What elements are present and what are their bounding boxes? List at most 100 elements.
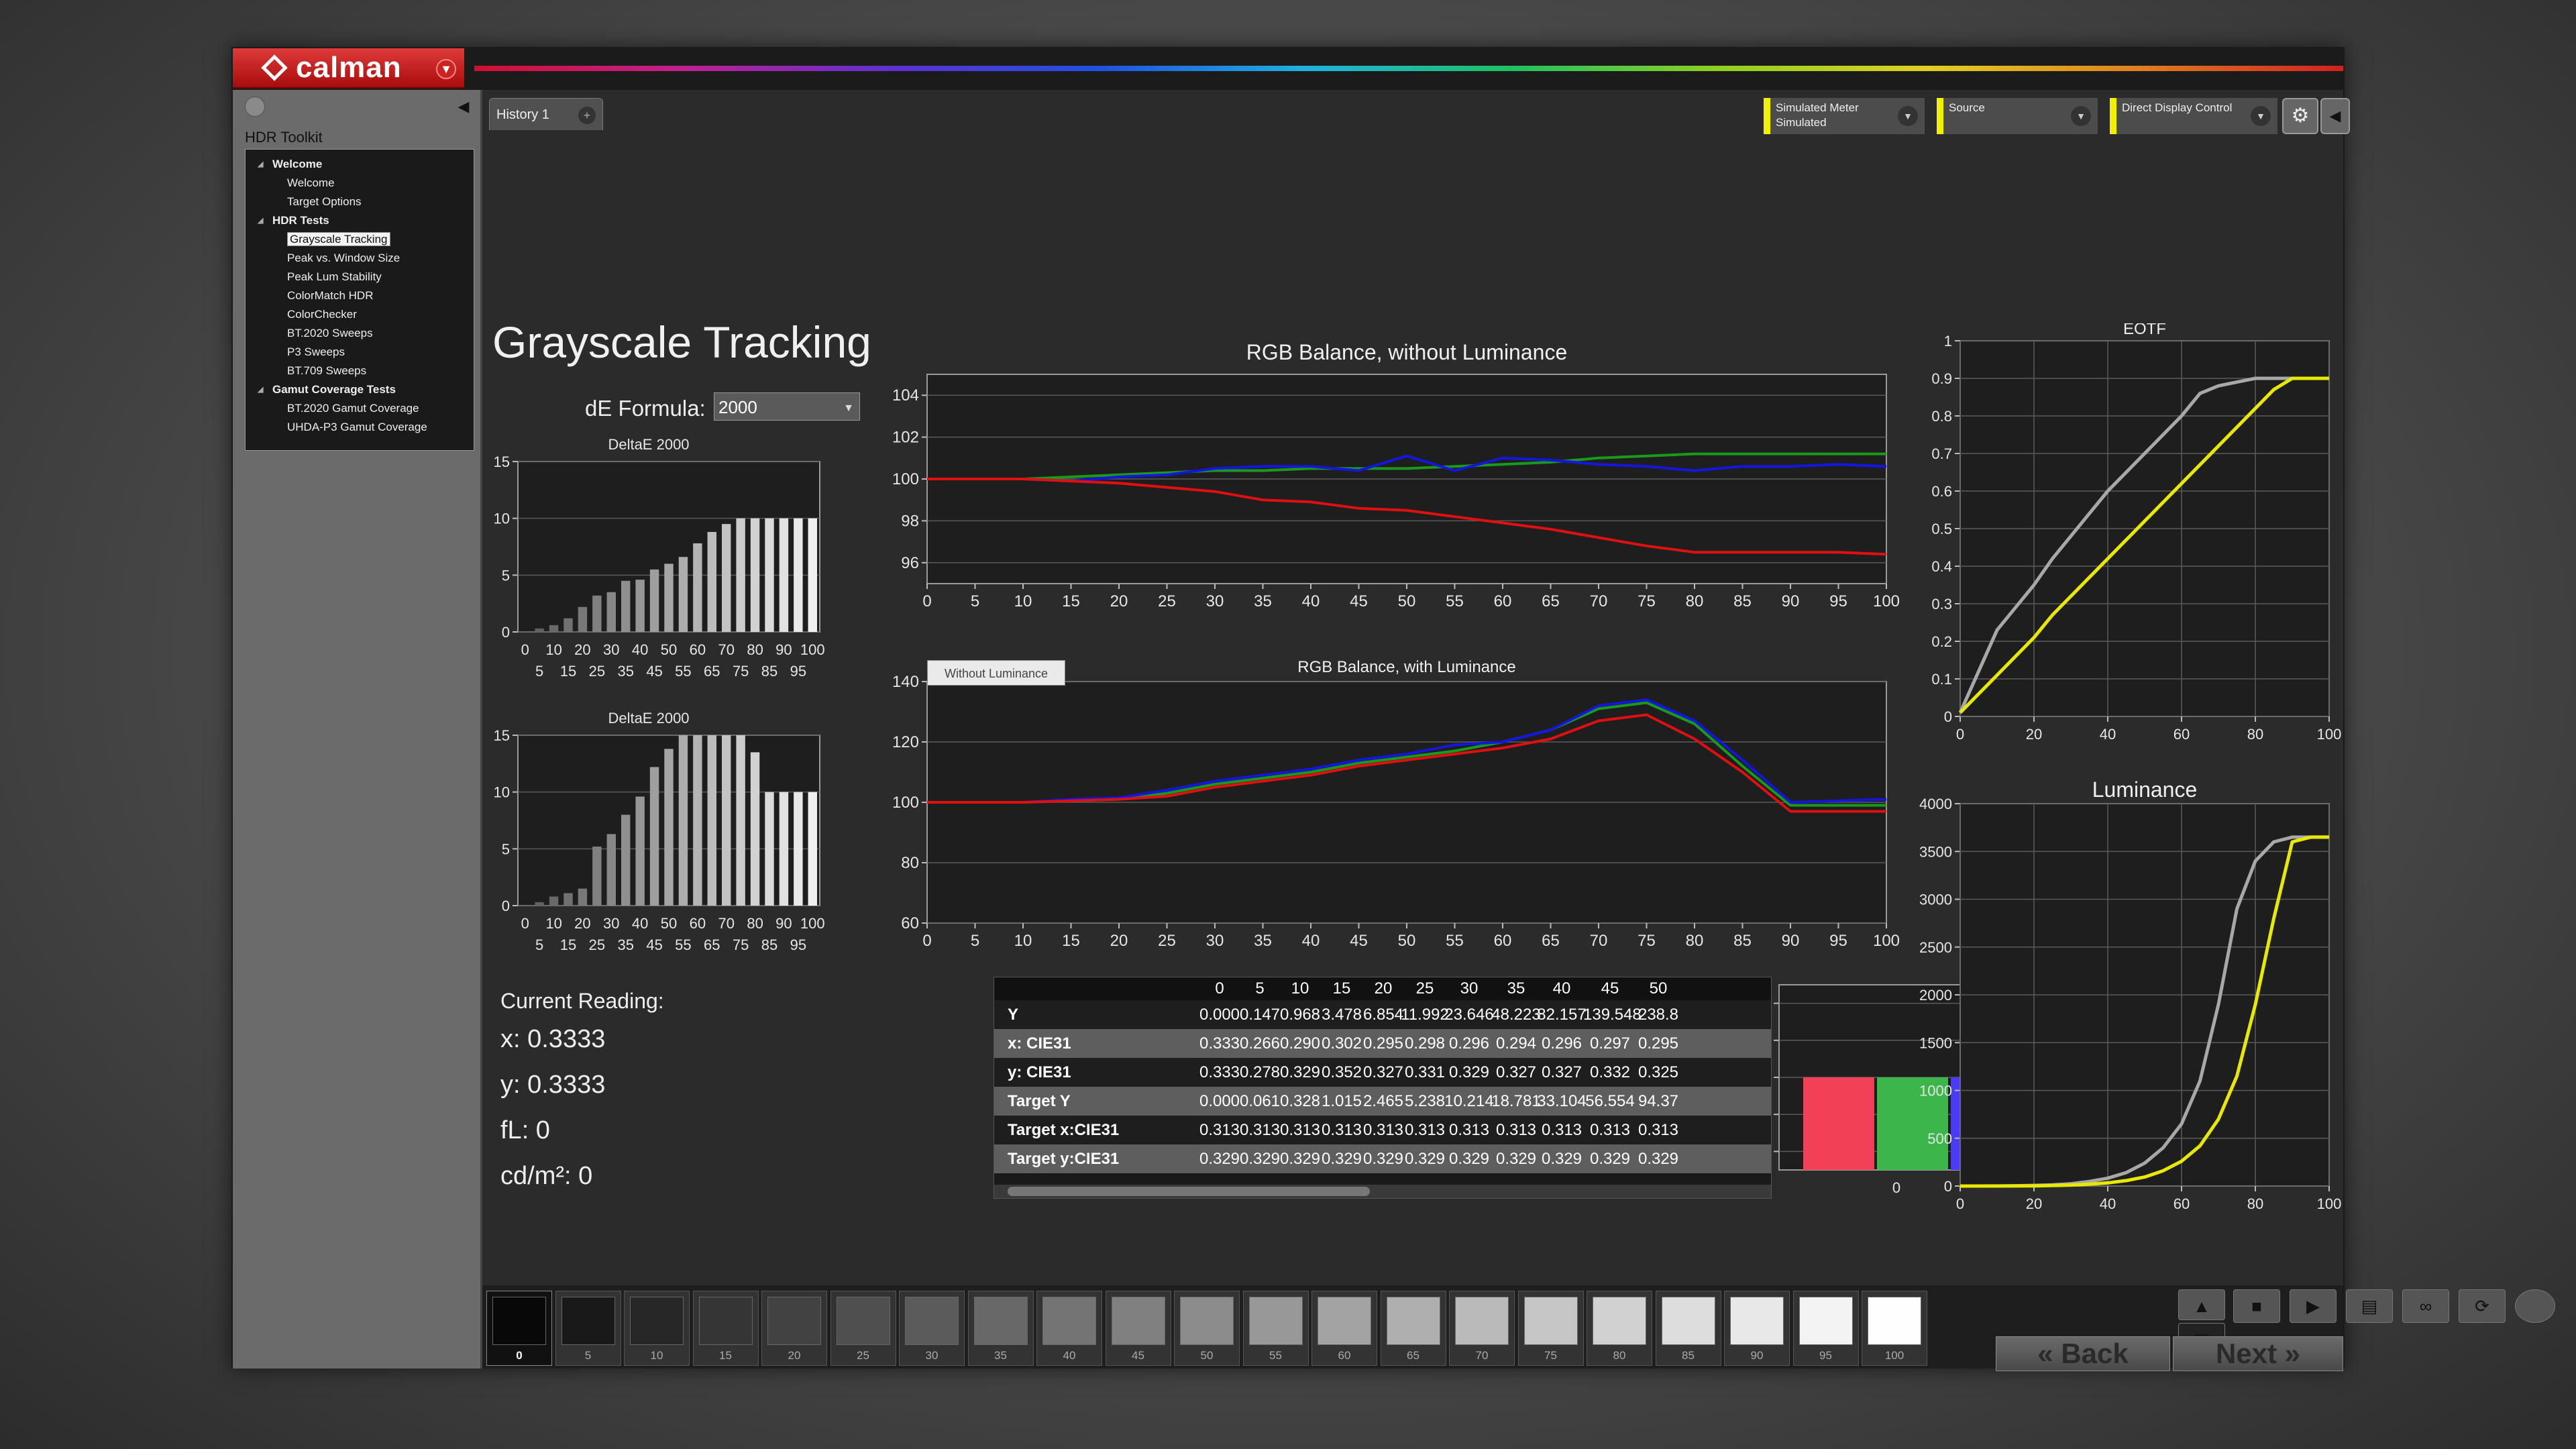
tree-item[interactable]: ColorChecker [246,305,474,324]
tree-item[interactable]: ColorMatch HDR [246,286,474,305]
gear-icon[interactable]: ⚙ [2282,98,2318,134]
patch-swatch[interactable]: 95 [1792,1291,1859,1366]
patch-swatch[interactable]: 60 [1311,1291,1377,1366]
main-panel: Grayscale Tracking dE Formula: 2000 ▼ De… [484,136,2343,1323]
loop-icon[interactable]: ∞ [2402,1289,2449,1323]
tree-item[interactable]: BT.2020 Gamut Coverage [246,399,474,418]
back-label: Back [2061,1338,2129,1369]
x-tick-label: 55 [1446,932,1464,950]
patch-swatch[interactable]: 25 [830,1291,896,1366]
tree-item[interactable]: BT.2020 Sweeps [246,324,474,343]
next-button[interactable]: Next » [2173,1336,2343,1371]
de-formula-select[interactable]: 2000 ▼ [714,392,860,421]
patch-swatch[interactable]: 30 [899,1291,965,1366]
meter-selector[interactable]: Simulated Meter Simulated ▼ [1764,98,1925,134]
x-tick-label: 35 [617,936,633,953]
bar [722,735,731,906]
measurement-table[interactable]: 0 5 10 15 20 25 30 35 40 45 50 Y 0.000 0.147 0.968 3.4… [994,977,1772,1199]
collapse-left-icon[interactable]: ◀ [2320,98,2350,134]
patch-swatch[interactable]: 35 [967,1291,1034,1366]
sidebar-menu-button[interactable] [245,97,265,117]
x-tick-label: 35 [617,663,633,680]
x-tick-label: 60 [690,915,706,932]
y-tick-label: 0.3 [1931,596,1952,612]
tree-item[interactable]: Peak vs. Window Size [246,249,474,268]
table-row[interactable]: y: CIE31 0.333 0.278 0.329 0.352 0.327 0.331 0.… [994,1058,1771,1087]
source-selector[interactable]: Source ▼ [1937,98,2098,134]
scrollbar-thumb[interactable] [1008,1187,1370,1196]
add-tab-button[interactable]: + [578,107,596,124]
patch-label: 15 [719,1349,732,1362]
patch-swatch[interactable]: 80 [1587,1291,1652,1366]
tree-item[interactable]: Grayscale Tracking [246,230,474,249]
y-tick-label: 1 [1944,333,1952,350]
back-button[interactable]: « Back [1996,1336,2170,1371]
display-control-selector[interactable]: Direct Display Control ▼ [2110,98,2277,134]
tree-group[interactable]: Gamut Coverage Tests [246,380,474,399]
table-cell: 0.296 [1541,1034,1582,1053]
patch-swatch[interactable]: 45 [1105,1291,1171,1366]
tree-item[interactable]: Target Options [246,193,474,211]
patch-swatch[interactable]: 85 [1655,1291,1721,1366]
tree-item[interactable]: UHDA-P3 Gamut Coverage [246,418,474,437]
table-scrollbar[interactable] [994,1185,1771,1198]
tree-item[interactable]: BT.709 Sweeps [246,362,474,380]
x-tick-label: 45 [646,663,662,680]
refresh-icon[interactable]: ⟳ [2459,1289,2506,1323]
x-tick-label: 40 [1302,592,1320,610]
deltae-chart-1: DeltaE 20000510150 10 20 30 40 50 60 70 80 90 1005… [494,436,825,680]
patch-swatch[interactable]: 5 [555,1291,621,1366]
patch-color [1180,1297,1234,1345]
rgb-balance-lum-chart: RGB Balance, with Luminance6080100120140… [892,658,1900,950]
table-row[interactable]: Target Y 0.000 0.061 0.328 1.015 2.465 5.238 10… [994,1087,1771,1116]
chevron-down-icon[interactable]: ▼ [436,59,456,79]
save-icon[interactable]: ▤ [2346,1289,2393,1323]
patch-color [973,1297,1028,1345]
play-icon[interactable]: ▶ [2290,1289,2337,1323]
patch-swatch[interactable]: 65 [1380,1291,1446,1366]
patch-swatch[interactable]: 40 [1036,1291,1102,1366]
y-tick-label: 98 [901,512,919,530]
x-tick-label: 5 [535,936,543,953]
patch-swatch[interactable]: 0 [486,1291,552,1366]
patch-swatch[interactable]: 75 [1517,1291,1584,1366]
x-tick-label: 0 [922,592,931,610]
patch-swatch[interactable]: 10 [624,1291,690,1366]
x-tick-label: 0 [922,932,931,950]
tree-group[interactable]: Welcome [246,155,474,174]
table-row[interactable]: Target y:CIE31 0.329 0.329 0.329 0.329 0.329 0… [994,1144,1771,1173]
chevron-down-icon[interactable]: ▼ [2251,106,2271,126]
bar [1803,1077,1874,1170]
bar [578,888,588,906]
patch-swatch[interactable]: 100 [1862,1291,1927,1366]
patch-swatch[interactable]: 90 [1724,1291,1790,1366]
record-icon[interactable] [2515,1289,2555,1323]
chevron-down-icon[interactable]: ▼ [1898,106,1918,126]
table-row[interactable]: Y 0.000 0.147 0.968 3.478 6.854 11.992 23.646 48… [994,1000,1771,1029]
patch-label: 20 [788,1349,801,1362]
tree-group[interactable]: HDR Tests [246,211,474,230]
row-label: y: CIE31 [1008,1063,1071,1081]
collapse-left-icon[interactable]: ◀ [453,97,474,117]
tab-history-1[interactable]: History 1 + [489,98,603,130]
x-tick-label: 0 [1892,1179,1900,1196]
stop-icon[interactable]: ■ [2233,1289,2280,1323]
chevron-down-icon[interactable]: ▼ [2071,106,2091,126]
table-row[interactable]: x: CIE31 0.333 0.266 0.290 0.302 0.295 0.298 0.… [994,1029,1771,1058]
bar [592,595,602,632]
calman-logo[interactable]: calman ▼ [233,48,464,89]
next-arrow-icon: » [2284,1338,2301,1369]
tree-item[interactable]: Peak Lum Stability [246,268,474,286]
x-tick-label: 85 [761,663,777,680]
patch-swatch[interactable]: 55 [1242,1291,1309,1366]
eject-icon[interactable]: ▲ [2178,1289,2225,1320]
patch-swatch[interactable]: 20 [761,1291,827,1366]
table-row[interactable]: Target x:CIE31 0.313 0.313 0.313 0.313 0.313 0… [994,1116,1771,1144]
patch-swatch[interactable]: 70 [1449,1291,1515,1366]
tree-item[interactable]: Welcome [246,174,474,193]
tree-item[interactable]: P3 Sweeps [246,343,474,362]
bar [693,543,702,632]
patch-swatch[interactable]: 15 [692,1291,759,1366]
patch-swatch[interactable]: 50 [1174,1291,1240,1366]
x-tick-label: 40 [2100,1195,2116,1212]
